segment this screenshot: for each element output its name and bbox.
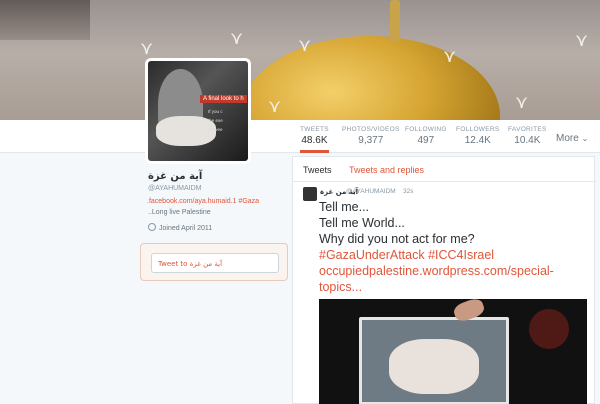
bird-icon: ⋎ xyxy=(575,30,589,51)
banner-finial xyxy=(390,0,400,42)
tweet-avatar[interactable] xyxy=(303,187,317,201)
bird-icon: ⋎ xyxy=(443,46,457,67)
avatar-child xyxy=(156,116,216,146)
nav-photos-label: PHOTOS/VIDEOS xyxy=(342,126,400,133)
profile-name[interactable]: آية من غزة xyxy=(148,171,202,182)
tweet-line: Tell me World... xyxy=(319,216,405,230)
nav-tweets-label: TWEETS xyxy=(300,126,329,133)
more-label: More xyxy=(556,133,579,144)
bird-icon: ⋎ xyxy=(140,38,154,59)
tweet-line: Tell me... xyxy=(319,200,370,214)
bird-icon: ⋎ xyxy=(515,92,529,113)
tab-tweets[interactable]: Tweets xyxy=(303,165,332,175)
tweet-timestamp[interactable]: 32s xyxy=(403,188,413,195)
profile-bio-line2: ..Long live Palestine xyxy=(148,209,211,216)
nav-followers[interactable]: FOLLOWERS 12.4K xyxy=(456,126,500,146)
bird-icon: ⋎ xyxy=(230,28,244,49)
more-menu-button[interactable]: More ⌄ xyxy=(556,133,588,144)
tweet-author-handle[interactable]: @AYAHUMAIDM xyxy=(346,188,396,195)
avatar-text-line: the exe xyxy=(208,118,223,123)
nav-followers-count: 12.4K xyxy=(464,135,491,146)
bio-link[interactable]: .facebook.com/aya.humaid.1 xyxy=(147,198,237,205)
image-detail xyxy=(529,309,569,349)
nav-favorites-count: 10.4K xyxy=(514,135,541,146)
nav-tweets-count: 48.6K xyxy=(301,135,328,146)
tweet-text: Tell me... Tell me World... Why did you … xyxy=(319,199,591,295)
nav-favorites-label: FAVORITES xyxy=(508,126,547,133)
tweet-link[interactable]: occupiedpalestine.wordpress.com/special- xyxy=(319,263,591,279)
avatar-text-line: betwee xyxy=(208,127,223,132)
chevron-down-icon: ⌄ xyxy=(581,134,589,143)
nav-tweets[interactable]: TWEETS 48.6K xyxy=(300,126,329,153)
banner-shadow xyxy=(0,0,90,40)
profile-joined: Joined April 2011 xyxy=(148,223,212,232)
nav-following-label: FOLLOWING xyxy=(405,126,447,133)
nav-photos-count: 9,377 xyxy=(358,135,384,146)
joined-text: Joined April 2011 xyxy=(159,225,213,232)
timeline: Tweets Tweets and replies آية من غزة @AY… xyxy=(292,156,596,404)
image-subject xyxy=(389,339,479,394)
bird-icon: ⋎ xyxy=(298,35,312,56)
profile-header-banner: ⋎ ⋎ ⋎ ⋎ ⋎ ⋎ ⋎ ⋎ xyxy=(0,0,600,120)
tweet-to-name: آية من غزة xyxy=(189,260,223,268)
nav-following[interactable]: FOLLOWING 497 xyxy=(405,126,447,146)
avatar-text-line: If you c xyxy=(208,109,223,114)
nav-photos-videos[interactable]: PHOTOS/VIDEOS 9,377 xyxy=(342,126,400,146)
tweet-media-image[interactable] xyxy=(319,299,587,404)
clock-icon xyxy=(148,223,156,231)
timeline-tabs: Tweets Tweets and replies xyxy=(293,157,596,182)
nav-followers-label: FOLLOWERS xyxy=(456,126,500,133)
tweet-to-label: Tweet to xyxy=(158,260,188,268)
nav-following-count: 497 xyxy=(417,135,435,146)
tweet-to-module: Tweet to آية من غزة xyxy=(140,243,288,281)
bird-icon: ⋎ xyxy=(268,96,282,117)
tweet-to-input[interactable]: Tweet to آية من غزة xyxy=(151,253,279,273)
profile-bio-line1: .facebook.com/aya.humaid.1 #Gaza xyxy=(147,198,259,205)
tab-tweets-and-replies[interactable]: Tweets and replies xyxy=(349,165,424,175)
profile-avatar[interactable]: A final look to h If you c the exe betwe… xyxy=(145,58,251,164)
profile-handle[interactable]: @AYAHUMAIDM xyxy=(148,185,202,192)
profile-nav: TWEETS 48.6K PHOTOS/VIDEOS 9,377 FOLLOWI… xyxy=(0,120,600,153)
bio-hashtag[interactable]: #Gaza xyxy=(238,198,259,205)
avatar-caption: A final look to h xyxy=(200,95,247,103)
nav-favorites[interactable]: FAVORITES 10.4K xyxy=(508,126,547,146)
tweet-hashtags[interactable]: #GazaUnderAttack #ICC4Israel xyxy=(319,247,591,263)
tweet-link-continued[interactable]: topics... xyxy=(319,279,591,295)
tweet-line: Why did you not act for me? xyxy=(319,232,475,246)
